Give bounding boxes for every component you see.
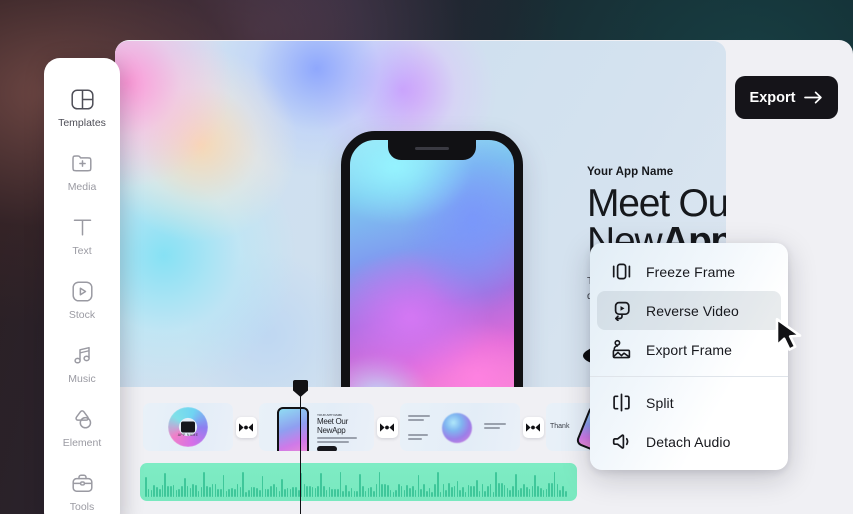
stock-play-icon (70, 279, 95, 304)
sidebar-label: Templates (58, 117, 106, 129)
sidebar-item-music[interactable]: Music (44, 332, 120, 396)
menu-label: Split (646, 394, 674, 411)
reverse-video-icon (611, 300, 632, 321)
menu-label: Export Frame (646, 341, 732, 358)
phone-speaker (415, 147, 449, 150)
phone-mockup (341, 131, 523, 387)
sidebar-label: Music (68, 373, 96, 385)
phone-notch (388, 140, 476, 160)
export-label: Export (749, 89, 796, 106)
mini-cta (317, 446, 337, 451)
video-track: APP NAME YOUR APP NAME Meet Our NewApp T… (143, 403, 641, 451)
clip-context-menu: Freeze Frame Reverse Video Export Frame … (590, 243, 788, 470)
transition-bowtie-icon[interactable] (522, 416, 544, 438)
transition-bowtie-icon[interactable] (235, 416, 257, 438)
mini-phone (277, 407, 309, 451)
tool-sidebar: Templates Media Text Stock Music Element… (44, 58, 120, 514)
timeline-clip[interactable]: APP NAME (143, 403, 233, 451)
element-shapes-icon (70, 407, 95, 432)
templates-icon (70, 87, 95, 112)
arrow-right-icon (804, 91, 823, 104)
menu-label: Reverse Video (646, 302, 739, 319)
editor-window: Your App Name Meet Our NewApp This is a … (0, 0, 853, 514)
menu-divider (590, 376, 788, 377)
tools-briefcase-icon (70, 471, 95, 496)
menu-item-split[interactable]: Split (597, 383, 781, 422)
menu-label: Detach Audio (646, 433, 731, 450)
menu-item-detach-audio[interactable]: Detach Audio (597, 422, 781, 461)
detach-audio-icon (611, 431, 632, 452)
globe-art (442, 413, 472, 443)
menu-label: Freeze Frame (646, 263, 736, 280)
sidebar-label: Media (67, 181, 97, 193)
logo-mark (181, 421, 195, 433)
clip-text-left: Thank (550, 423, 570, 430)
menu-item-export-frame[interactable]: Export Frame (597, 330, 781, 369)
transition-bowtie-icon[interactable] (376, 416, 398, 438)
sidebar-label: Stock (68, 309, 96, 321)
music-note-icon (70, 343, 95, 368)
clip-caption: APP NAME (177, 433, 199, 438)
sidebar-item-element[interactable]: Element (44, 396, 120, 460)
media-folder-plus-icon (70, 151, 95, 176)
sidebar-label: Element (62, 437, 102, 449)
transition-slot (520, 416, 546, 438)
sidebar-item-stock[interactable]: Stock (44, 268, 120, 332)
menu-item-freeze-frame[interactable]: Freeze Frame (597, 252, 781, 291)
sidebar-item-text[interactable]: Text (44, 204, 120, 268)
app-name-label: Your App Name (587, 166, 674, 178)
clip-headline: Meet Our NewApp (317, 417, 348, 435)
export-button[interactable]: Export (735, 76, 838, 119)
transition-slot (374, 416, 400, 438)
sidebar-label: Tools (69, 501, 95, 513)
sidebar-label: Text (72, 245, 92, 257)
timeline-clip[interactable]: YOUR APP NAME Meet Our NewApp (259, 403, 374, 451)
phone-screen-art (350, 140, 514, 387)
split-icon (611, 392, 632, 413)
sidebar-item-media[interactable]: Media (44, 140, 120, 204)
export-frame-icon (611, 339, 632, 360)
text-t-icon (70, 215, 95, 240)
freeze-frame-icon (611, 261, 632, 282)
audio-waveform-track[interactable] (140, 463, 577, 501)
audio-waveform (145, 471, 567, 497)
headline-line-1: Meet Our (587, 182, 726, 225)
transition-slot (233, 416, 259, 438)
sidebar-item-tools[interactable]: Tools (44, 460, 120, 514)
timeline-clip[interactable] (400, 403, 520, 451)
menu-item-reverse-video[interactable]: Reverse Video (597, 291, 781, 330)
sidebar-item-templates[interactable]: Templates (44, 76, 120, 140)
